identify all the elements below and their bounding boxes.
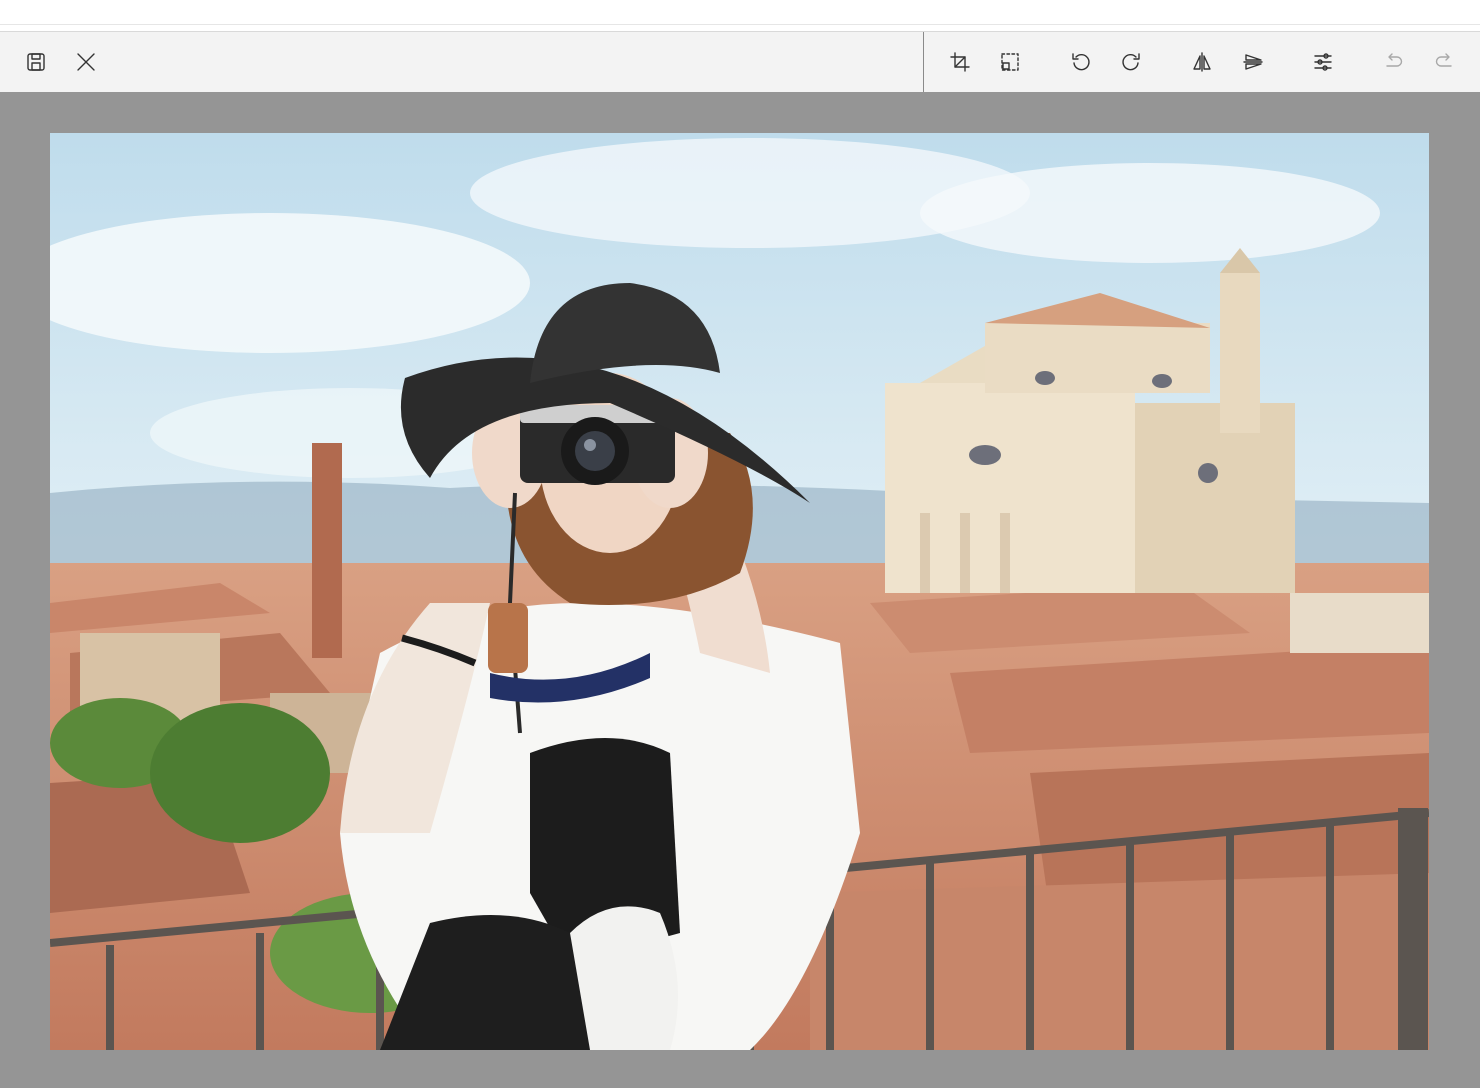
- crop-icon: [950, 52, 970, 72]
- rotate-right-icon: [1122, 53, 1140, 71]
- image-canvas[interactable]: [0, 92, 1480, 1088]
- flip-vertical-icon: [1243, 54, 1263, 70]
- redo-button[interactable]: [1429, 47, 1459, 77]
- marquee-select-icon: [1001, 53, 1019, 71]
- editor-toolbar: [0, 31, 1480, 93]
- save-button[interactable]: [21, 47, 51, 77]
- rotate-right-button[interactable]: [1116, 47, 1146, 77]
- rotate-left-button[interactable]: [1066, 47, 1096, 77]
- flip-horizontal-button[interactable]: [1187, 47, 1217, 77]
- adjust-button[interactable]: [1308, 47, 1338, 77]
- flip-horizontal-icon: [1193, 52, 1211, 72]
- sliders-icon: [1314, 53, 1332, 71]
- rotate-left-icon: [1072, 53, 1090, 71]
- edited-photo[interactable]: [50, 133, 1429, 1050]
- photo-illustration: [50, 133, 1429, 1050]
- close-icon: [77, 53, 95, 71]
- undo-icon: [1386, 53, 1403, 67]
- undo-button[interactable]: [1379, 47, 1409, 77]
- save-icon: [27, 53, 45, 71]
- redo-icon: [1435, 53, 1452, 67]
- flip-vertical-button[interactable]: [1238, 47, 1268, 77]
- crop-button[interactable]: [945, 47, 975, 77]
- close-button[interactable]: [71, 47, 101, 77]
- title-strip: [0, 0, 1480, 25]
- select-region-button[interactable]: [995, 47, 1025, 77]
- toolbar-divider: [923, 32, 924, 93]
